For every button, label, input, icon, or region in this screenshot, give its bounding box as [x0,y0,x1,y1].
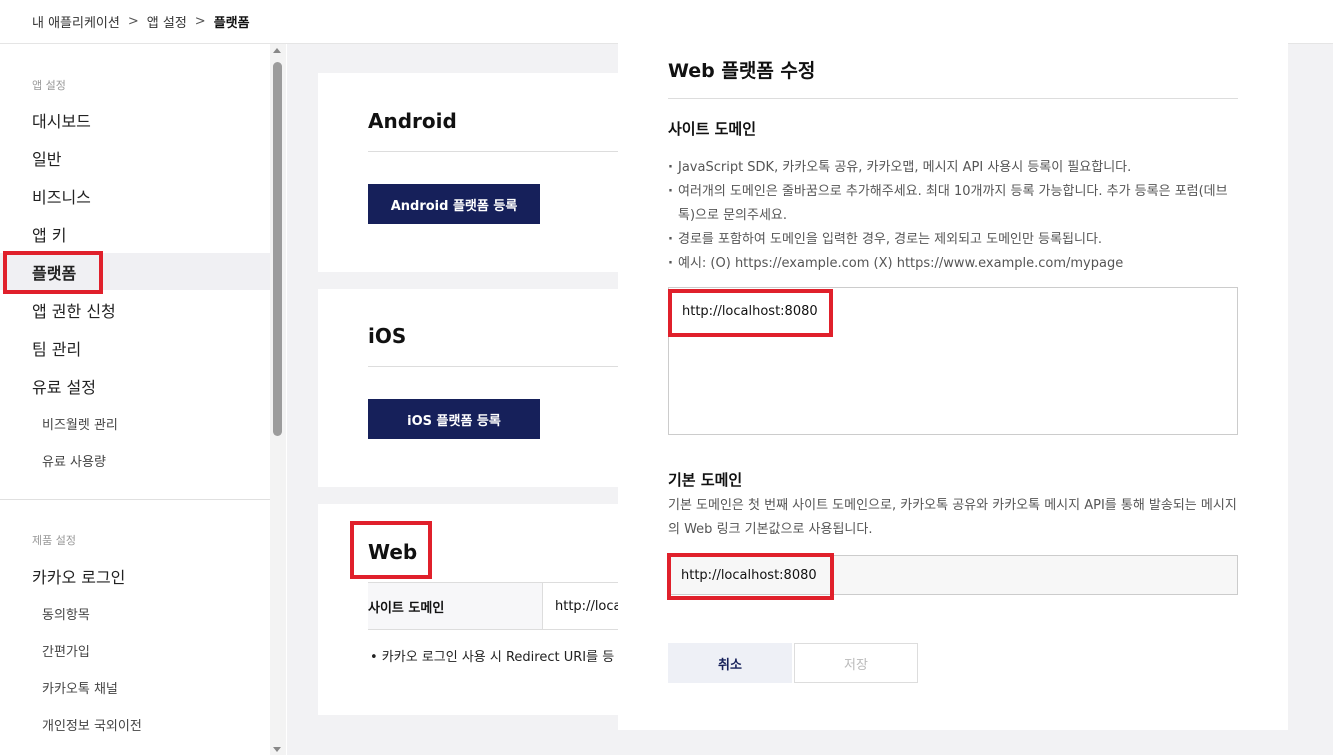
cancel-button[interactable]: 취소 [668,643,792,683]
site-domain-guide-list: JavaScript SDK, 카카오톡 공유, 카카오맵, 메시지 API 사… [668,156,1238,276]
web-site-domain-label: 사이트 도메인 [368,582,542,630]
sidebar-subitem-kakaotalk-channel[interactable]: 카카오톡 채널 [0,669,270,706]
highlight-site-domain [668,289,833,337]
sidebar-subitem-overseas-transfer[interactable]: 개인정보 국외이전 [0,706,270,743]
android-divider [368,151,648,152]
breadcrumb-my-apps[interactable]: 내 애플리케이션 [32,12,120,31]
sidebar-item-business[interactable]: 비즈니스 [0,177,270,214]
scroll-up-arrow-icon[interactable] [273,48,281,53]
sidebar-section-product-settings: 제품 설정 [32,534,76,547]
sidebar: 앱 설정 대시보드 일반 비즈니스 앱 키 플랫폼 앱 권한 신청 팀 관리 유… [0,44,286,755]
ios-platform-card: iOS iOS 플랫폼 등록 [318,289,648,487]
breadcrumb-separator: > [127,14,139,29]
sidebar-item-dashboard[interactable]: 대시보드 [0,101,270,138]
sidebar-section-app-settings: 앱 설정 [32,79,66,92]
save-button[interactable]: 저장 [794,643,918,683]
sidebar-subitem-consent[interactable]: 동의항목 [0,595,270,632]
modal-divider [668,98,1238,99]
breadcrumb-separator: > [194,14,206,29]
sidebar-divider [0,499,270,500]
sidebar-subitem-paid-usage[interactable]: 유료 사용량 [0,442,270,479]
sidebar-scrollbar-thumb[interactable] [273,62,282,436]
sidebar-subitem-bizwallet[interactable]: 비즈월렛 관리 [0,405,270,442]
ios-register-button[interactable]: iOS 플랫폼 등록 [368,399,540,439]
android-title: Android [368,109,457,133]
scroll-down-arrow-icon[interactable] [273,747,281,752]
breadcrumb-app-settings[interactable]: 앱 설정 [147,12,187,31]
default-domain-heading: 기본 도메인 [668,471,743,489]
web-platform-edit-modal: Web 플랫폼 수정 사이트 도메인 JavaScript SDK, 카카오톡 … [618,20,1288,730]
modal-title: Web 플랫폼 수정 [668,60,816,82]
sidebar-item-general[interactable]: 일반 [0,139,270,176]
sidebar-item-team[interactable]: 팀 관리 [0,329,270,366]
android-register-button[interactable]: Android 플랫폼 등록 [368,184,540,224]
default-domain-description: 기본 도메인은 첫 번째 사이트 도메인으로, 카카오톡 공유와 카카오톡 메시… [668,498,1237,537]
sidebar-item-app-permission[interactable]: 앱 권한 신청 [0,291,270,328]
sidebar-item-kakao-login[interactable]: 카카오 로그인 [0,557,270,594]
highlight-web-title [350,521,432,579]
highlight-platform-menu [3,251,103,294]
sidebar-subitem-simple-signup[interactable]: 간편가입 [0,632,270,669]
ios-divider [368,366,648,367]
android-platform-card: Android Android 플랫폼 등록 [318,73,648,272]
guide-bullet: JavaScript SDK, 카카오톡 공유, 카카오맵, 메시지 API 사… [668,156,1238,180]
guide-bullet: 예시: (O) https://example.com (X) https://… [668,252,1238,276]
ios-title: iOS [368,324,407,348]
site-domain-heading: 사이트 도메인 [668,120,757,138]
highlight-default-domain [667,553,834,600]
guide-bullet: 경로를 포함하여 도메인을 입력한 경우, 경로는 제외되고 도메인만 등록됩니… [668,228,1238,252]
sidebar-item-app-key[interactable]: 앱 키 [0,215,270,252]
guide-bullet: 여러개의 도메인은 줄바꿈으로 추가해주세요. 최대 10개까지 등록 가능합니… [668,180,1238,228]
web-redirect-note: • 카카오 로그인 사용 시 Redirect URI를 등 [370,650,615,665]
sidebar-item-paid-settings[interactable]: 유료 설정 [0,367,270,404]
breadcrumb-current: 플랫폼 [213,16,250,31]
